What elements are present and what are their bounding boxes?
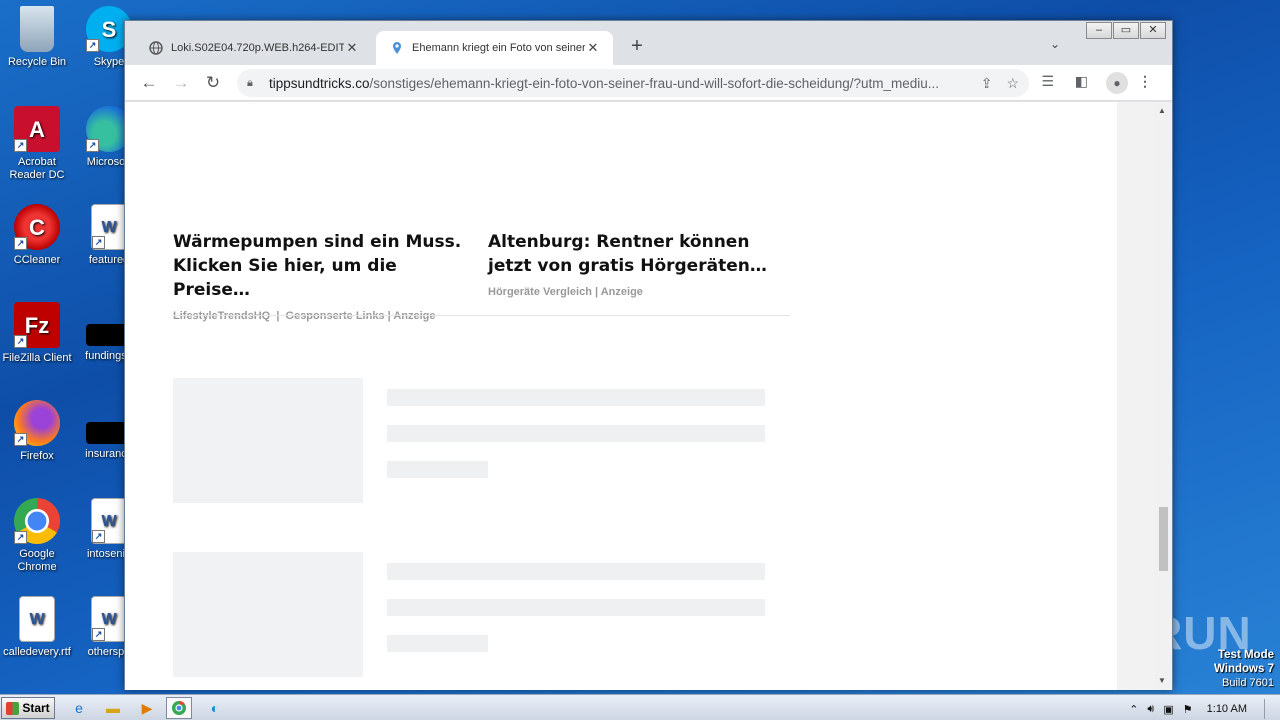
scroll-up-icon[interactable]: ▲ <box>1158 106 1166 115</box>
tab-title: Ehemann kriegt ein Foto von seiner Frau <box>412 42 585 54</box>
url-text: tippsundtricks.co/sonstiges/ehemann-krie… <box>269 76 967 91</box>
placeholder-image <box>173 378 363 503</box>
back-arrow-icon[interactable]: ← <box>137 71 161 95</box>
desktop-icon-firefox[interactable]: ↗ Firefox <box>0 400 74 463</box>
page-right-gutter <box>1117 102 1155 690</box>
show-desktop-button[interactable] <box>1264 699 1274 719</box>
side-panel-icon[interactable]: ◧ <box>1075 73 1088 90</box>
placeholder-line <box>387 389 765 406</box>
start-label: Start <box>22 701 50 715</box>
reading-list-icon[interactable]: ☰ <box>1041 73 1054 90</box>
desktop-icon-acrobat[interactable]: A ↗ Acrobat Reader DC <box>0 106 74 182</box>
reload-icon[interactable]: ↻ <box>201 71 225 95</box>
acrobat-icon: A ↗ <box>14 106 60 152</box>
browser-toolbar: ← → ↻ 🔒︎ tippsundtricks.co/sonstiges/ehe… <box>125 65 1172 101</box>
placeholder-line <box>387 599 765 616</box>
ad-source[interactable]: Hörgeräte Vergleich <box>488 286 592 298</box>
desktop-icon-label: Acrobat Reader DC <box>9 156 65 181</box>
ad-sponsor-label[interactable]: Gesponserte Links | Anzeige <box>286 310 436 322</box>
tab-close-icon[interactable]: ✕ <box>585 40 601 56</box>
volume-icon[interactable]: 🔊︎ <box>1147 703 1154 716</box>
desktop-icon-label: Firefox <box>20 450 54 462</box>
word-doc-icon: W <box>19 596 55 642</box>
menu-kebab-icon[interactable]: ⋮ <box>1138 73 1152 90</box>
firefox-icon: ↗ <box>14 400 60 446</box>
desktop-icon-recycle-bin[interactable]: Recycle Bin <box>0 6 74 69</box>
address-bar[interactable]: 🔒︎ tippsundtricks.co/sonstiges/ehemann-k… <box>237 69 1029 97</box>
ad-source[interactable]: LifestyleTrendsHQ <box>173 310 270 322</box>
taskbar-chrome-icon[interactable] <box>166 697 192 719</box>
placeholder-line <box>387 563 765 580</box>
network-icon[interactable]: ▣ <box>1163 703 1173 716</box>
chrome-icon: ↗ <box>14 498 60 544</box>
filezilla-icon: Fz ↗ <box>14 302 60 348</box>
profile-avatar-icon[interactable]: ● <box>1106 72 1128 94</box>
tab-strip: Loki.S02E04.720p.WEB.h264-EDITH ✕ Eheman… <box>125 21 1172 65</box>
ad-card-waermepumpen[interactable]: Wärmepumpen sind ein Muss. Klicken Sie h… <box>173 230 473 322</box>
page-viewport: Wärmepumpen sind ein Muss. Klicken Sie h… <box>125 102 1155 690</box>
clock[interactable]: 1:10 AM <box>1207 703 1247 715</box>
action-center-flag-icon[interactable]: ⚑ <box>1183 703 1193 716</box>
new-tab-button[interactable]: + <box>625 35 649 58</box>
desktop-icon-calledevery[interactable]: W calledevery.rtf <box>0 596 74 659</box>
browser-window: – ▭ ✕ Loki.S02E04.720p.WEB.h264-EDITH ✕ … <box>124 20 1173 690</box>
desktop-icon-label: calledevery.rtf <box>3 646 71 658</box>
placeholder-line <box>387 635 488 652</box>
tab-search-chevron-icon[interactable]: ⌄ <box>1050 37 1060 51</box>
taskbar-edge-icon[interactable]: ◐ <box>202 697 228 719</box>
ad-meta: LifestyleTrendsHQ | Gesponserte Links | … <box>173 310 436 322</box>
desktop-icon-chrome[interactable]: ↗ Google Chrome <box>0 498 74 574</box>
bookmark-star-icon[interactable]: ☆ <box>1006 75 1019 92</box>
ad-title[interactable]: Wärmepumpen sind ein Muss. Klicken Sie h… <box>173 230 473 302</box>
recycle-bin-icon <box>20 6 54 52</box>
windows-logo-icon <box>6 701 20 715</box>
ad-meta: Hörgeräte Vergleich | Anzeige <box>488 286 788 298</box>
taskbar-media-player-icon[interactable]: ▶ <box>134 697 160 719</box>
tray-expand-icon[interactable]: ⌃ <box>1129 703 1138 716</box>
taskbar: Start e ▬ ▶ ◐ ⌃ 🔊︎ ▣ ⚑ 1:10 AM <box>0 694 1280 720</box>
tab-close-icon[interactable]: ✕ <box>344 40 360 56</box>
ad-card-altenburg[interactable]: Altenburg: Rentner können jetzt von grat… <box>488 230 788 298</box>
word-doc-icon: W ↗ <box>91 204 127 250</box>
system-tray: ⌃ 🔊︎ ▣ ⚑ 1:10 AM <box>1120 699 1274 719</box>
placeholder-line <box>387 461 488 478</box>
start-button[interactable]: Start <box>1 697 55 719</box>
scroll-down-icon[interactable]: ▼ <box>1158 676 1166 685</box>
tab-title: Loki.S02E04.720p.WEB.h264-EDITH <box>171 42 344 54</box>
ccleaner-icon: C ↗ <box>14 204 60 250</box>
share-icon[interactable]: ⇪ <box>981 75 993 92</box>
location-pin-icon <box>390 41 404 55</box>
taskbar-explorer-icon[interactable]: ▬ <box>100 697 126 719</box>
ad-sponsor-label[interactable]: | Anzeige <box>595 286 643 298</box>
desktop-icon-label: FileZilla Client <box>2 352 72 364</box>
word-doc-icon: W ↗ <box>91 498 127 544</box>
test-mode-line1: Test Mode <box>1217 649 1274 661</box>
ad-title[interactable]: Altenburg: Rentner können jetzt von grat… <box>488 230 788 278</box>
url-host: tippsundtricks.co <box>269 75 370 91</box>
lock-icon: 🔒︎ <box>247 76 253 89</box>
test-mode-line2: Windows 7 <box>1214 663 1274 675</box>
test-mode-line3: Build 7601 <box>1222 677 1274 689</box>
globe-icon <box>149 41 163 55</box>
tab-loki[interactable]: Loki.S02E04.720p.WEB.h264-EDITH ✕ <box>135 31 372 65</box>
placeholder-image <box>173 552 363 677</box>
url-path: /sonstiges/ehemann-kriegt-ein-foto-von-s… <box>369 75 940 91</box>
ad-divider <box>173 315 790 316</box>
desktop-icon-ccleaner[interactable]: C ↗ CCleaner <box>0 204 74 267</box>
taskbar-ie-icon[interactable]: e <box>66 697 92 719</box>
page-scrollbar[interactable]: ▲ ▼ <box>1155 102 1172 690</box>
desktop-icon-filezilla[interactable]: Fz ↗ FileZilla Client <box>0 302 74 365</box>
forward-arrow-icon[interactable]: → <box>169 71 193 95</box>
tab-ehemann[interactable]: Ehemann kriegt ein Foto von seiner Frau … <box>376 31 613 65</box>
desktop-icon-label: Recycle Bin <box>7 56 67 68</box>
scrollbar-thumb[interactable] <box>1159 507 1168 571</box>
desktop-icon-label: CCleaner <box>13 254 61 266</box>
test-mode-notice: Test Mode Windows 7 Build 7601 <box>1214 648 1274 690</box>
desktop-icon-label: Google Chrome <box>17 548 57 573</box>
word-doc-icon: W ↗ <box>91 596 127 642</box>
placeholder-line <box>387 425 765 442</box>
